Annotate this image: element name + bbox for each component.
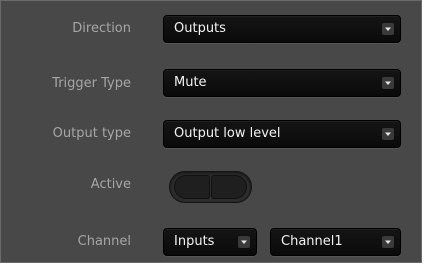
chevron-down-icon (238, 236, 250, 248)
channel-number-select[interactable]: Channel1 (270, 228, 401, 256)
trigger-type-value: Mute (174, 75, 207, 90)
toggle-on-segment (211, 175, 247, 199)
channel-label: Channel (77, 234, 131, 249)
direction-label: Direction (72, 21, 131, 36)
channel-io-select[interactable]: Inputs (163, 228, 257, 256)
output-type-select[interactable]: Output low level (163, 120, 401, 148)
chevron-down-icon (382, 236, 394, 248)
chevron-down-icon (382, 77, 394, 89)
trigger-type-select[interactable]: Mute (163, 69, 401, 97)
output-type-value: Output low level (174, 126, 281, 141)
chevron-down-icon (382, 128, 394, 140)
chevron-down-icon (382, 23, 394, 35)
channel-io-value: Inputs (174, 234, 215, 249)
active-toggle[interactable] (169, 171, 252, 203)
settings-panel: Direction Outputs Trigger Type Mute Outp… (0, 0, 422, 263)
direction-value: Outputs (174, 21, 226, 36)
direction-select[interactable]: Outputs (163, 15, 401, 43)
channel-number-value: Channel1 (281, 234, 343, 249)
active-label: Active (90, 177, 131, 192)
output-type-label: Output type (52, 126, 131, 141)
trigger-type-label: Trigger Type (52, 76, 131, 91)
toggle-off-segment (174, 175, 210, 199)
